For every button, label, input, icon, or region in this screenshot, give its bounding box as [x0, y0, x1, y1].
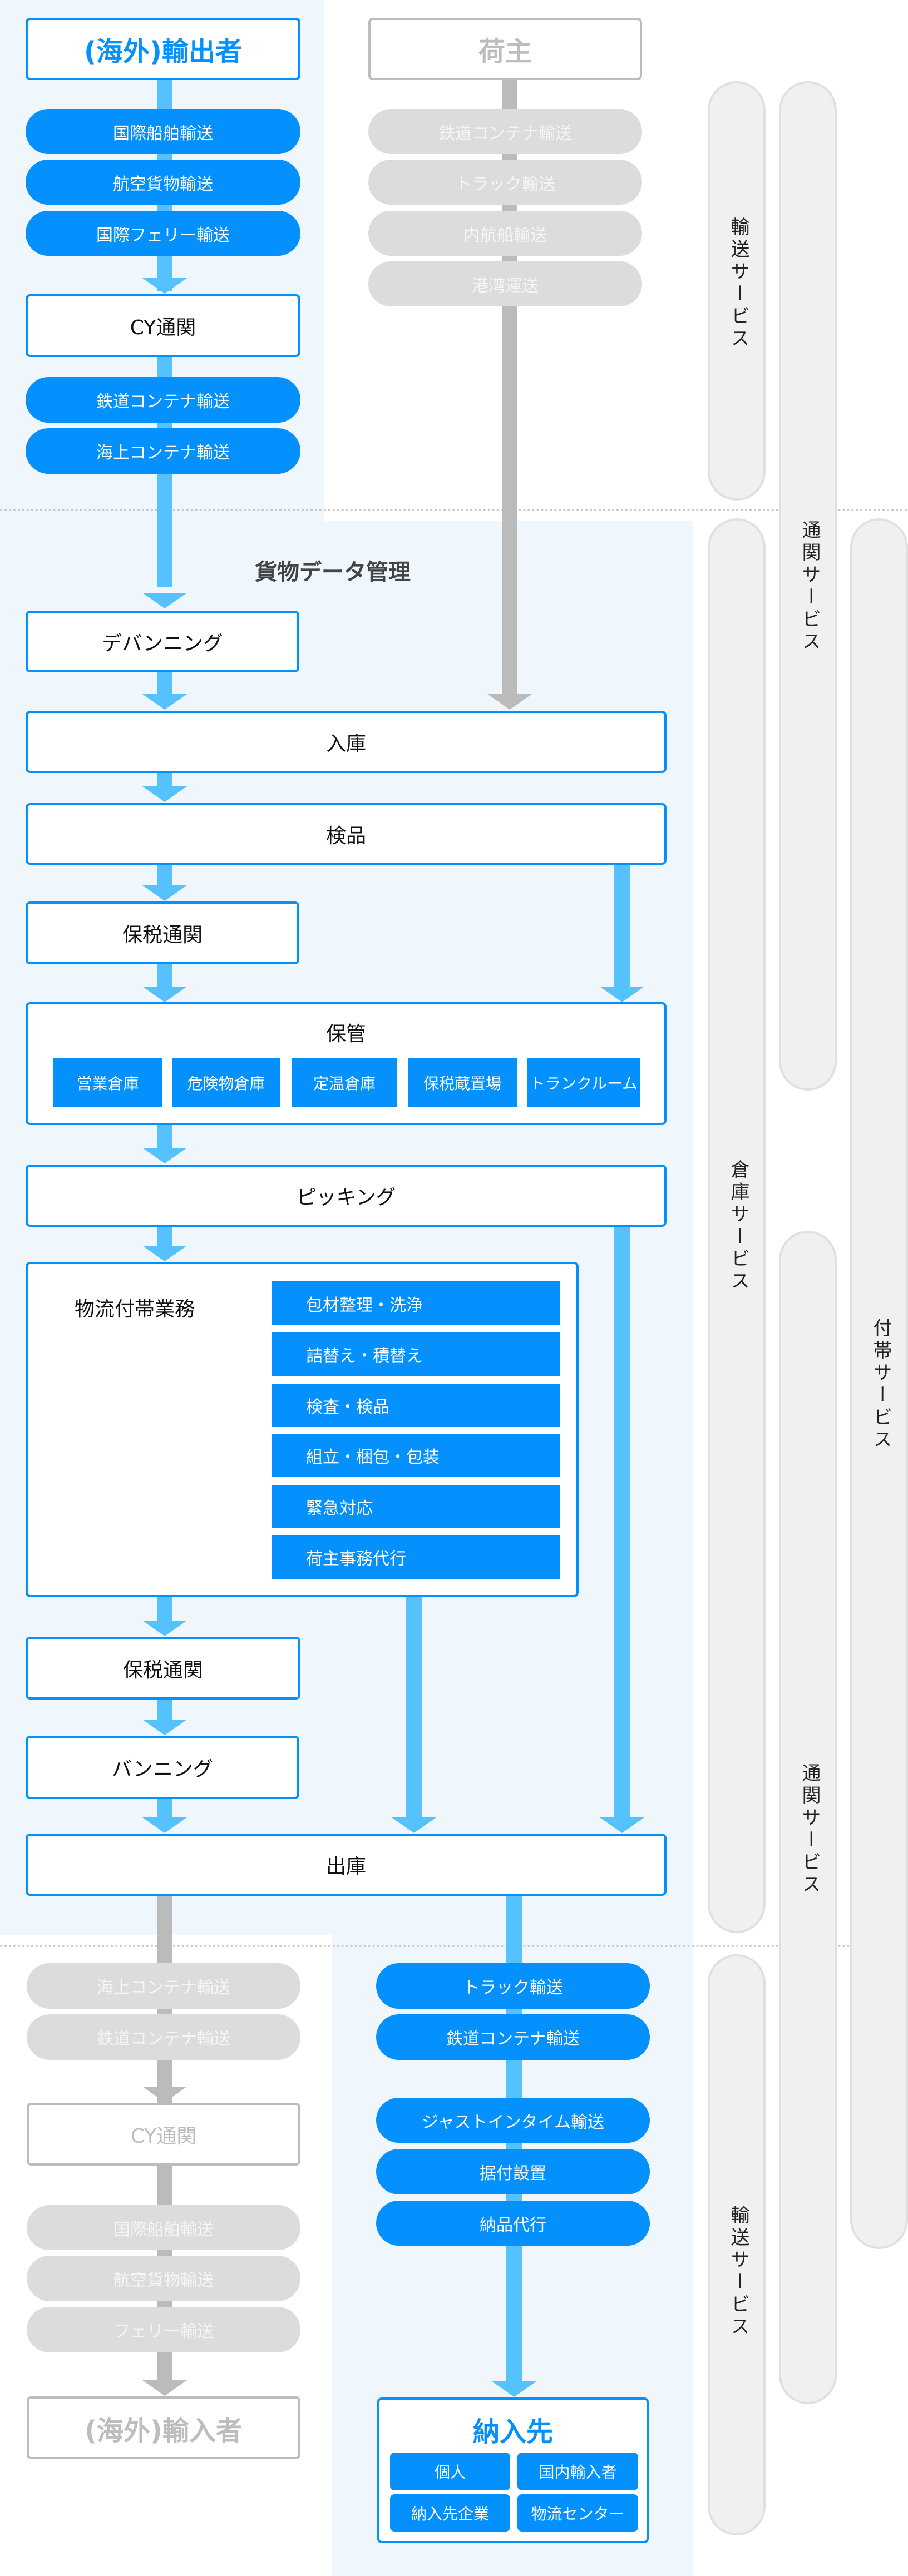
shipper-box: 荷主 [368, 18, 642, 80]
arrow-down-icon [142, 1246, 187, 1261]
devanning-box: デバンニング [26, 611, 299, 672]
arrow-down-icon [142, 2087, 187, 2102]
exporter-route-pill: 国際船舶輸送 [26, 109, 300, 154]
storage-type: 定温倉庫 [292, 1058, 397, 1107]
storage-title: 保管 [325, 1023, 366, 1046]
arrow-down-icon [492, 2381, 536, 2397]
vanning-box: バンニング [26, 1736, 299, 1799]
arrow-down-icon [142, 786, 187, 802]
arrow-down-icon [392, 1817, 436, 1833]
connector [157, 672, 172, 695]
storage-type: 保税蔵置場 [408, 1058, 517, 1107]
section-divider-bottom [0, 1945, 908, 1947]
destination-type: 物流センター [517, 2494, 638, 2532]
connector [157, 1799, 172, 1818]
ancillary-item: 詰替え・積替え [272, 1332, 560, 1376]
shipper-route-pill: 港湾運送 [368, 261, 642, 306]
storage-type: 危険物倉庫 [172, 1058, 280, 1107]
destination-type: 個人 [390, 2453, 510, 2490]
shipper-route-pill: 鉄道コンテナ輸送 [368, 109, 642, 154]
domestic-route-pill: 鉄道コンテナ輸送 [376, 2014, 650, 2060]
ancillary-item: 荷主事務代行 [272, 1535, 560, 1579]
export-route-pill: 海上コンテナ輸送 [27, 1963, 300, 2009]
cy-customs-box: CY通関 [26, 294, 300, 357]
bonded-customs-box: 保税通関 [26, 1637, 300, 1700]
export-intl-route-pill: フェリー輸送 [27, 2307, 300, 2352]
cargo-data-title: 貨物データ管理 [255, 559, 411, 585]
arrow-down-icon [142, 1621, 187, 1636]
service-label-ancillary: 付帯サービス [870, 1318, 892, 1452]
destination-title: 納入先 [472, 2416, 553, 2448]
arrow-down-icon [487, 694, 532, 710]
connector [157, 1227, 172, 1247]
arrow-down-icon [142, 1148, 187, 1163]
connector [614, 1227, 630, 1819]
arrow-down-icon [600, 987, 644, 1002]
arrow-down-icon [142, 278, 187, 294]
arrow-down-icon [142, 987, 187, 1002]
service-label-warehouse: 倉庫サービス [727, 1160, 749, 1293]
connector [157, 1597, 172, 1621]
service-label-transport-top: 輸送サービス [727, 217, 749, 350]
domestic-service-pill: 据付設置 [376, 2149, 650, 2194]
connector [157, 1125, 172, 1148]
importer-box: (海外)輸入者 [27, 2396, 300, 2459]
export-intl-route-pill: 国際船舶輸送 [27, 2205, 300, 2250]
export-route-pill: 鉄道コンテナ輸送 [27, 2014, 300, 2060]
connector [614, 865, 630, 987]
arrow-down-icon [142, 885, 187, 901]
storage-type: 営業倉庫 [53, 1058, 162, 1107]
arrow-down-icon [142, 694, 187, 710]
exporter-route-pill: 国際フェリー輸送 [26, 211, 300, 256]
shipper-route-pill: トラック輸送 [368, 160, 642, 205]
inspection-box: 検品 [26, 803, 667, 865]
service-label-transport-bottom: 輸送サービス [727, 2205, 749, 2339]
exporter-box: (海外)輸出者 [26, 18, 300, 80]
connector [406, 1597, 422, 1819]
storage-type: トランクルーム [527, 1058, 640, 1107]
exporter-inland-pill: 鉄道コンテナ輸送 [26, 377, 300, 423]
ancillary-item: 包材整理・洗浄 [272, 1281, 560, 1325]
connector [157, 964, 172, 988]
connector [157, 865, 172, 887]
exporter-route-pill: 航空貨物輸送 [26, 160, 300, 205]
ancillary-item: 緊急対応 [272, 1485, 560, 1528]
ancillary-item: 組立・梱包・包装 [272, 1434, 560, 1477]
service-label-customs-bottom: 通関サービス [798, 1763, 821, 1896]
arrow-down-icon [142, 593, 187, 608]
destination-type: 納入先企業 [390, 2494, 510, 2532]
destination-type: 国内輸入者 [517, 2453, 638, 2490]
bonded-customs-box: 保税通関 [26, 901, 299, 964]
connector [157, 1700, 172, 1720]
connector [157, 773, 172, 787]
arrow-down-icon [142, 2380, 187, 2396]
service-label-customs-top: 通関サービス [798, 520, 821, 653]
exporter-inland-pill: 海上コンテナ輸送 [26, 428, 300, 474]
picking-box: ピッキング [26, 1165, 667, 1227]
cy-customs-box-inactive: CY通関 [27, 2103, 300, 2166]
ancillary-item: 検査・検品 [272, 1384, 560, 1427]
arrow-down-icon [142, 1720, 187, 1735]
export-intl-route-pill: 航空貨物輸送 [27, 2256, 300, 2301]
shipper-route-pill: 内航船輸送 [368, 211, 642, 256]
shipping-out-box: 出庫 [26, 1834, 667, 1896]
arrow-down-icon [142, 1817, 187, 1833]
section-divider-top [0, 509, 908, 511]
domestic-route-pill: トラック輸送 [376, 1963, 650, 2009]
domestic-service-pill: 納品代行 [376, 2201, 650, 2246]
receiving-box: 入庫 [26, 711, 667, 773]
ancillary-title: 物流付帯業務 [75, 1298, 195, 1321]
domestic-service-pill: ジャストインタイム輸送 [376, 2098, 650, 2143]
arrow-down-icon [600, 1817, 644, 1833]
